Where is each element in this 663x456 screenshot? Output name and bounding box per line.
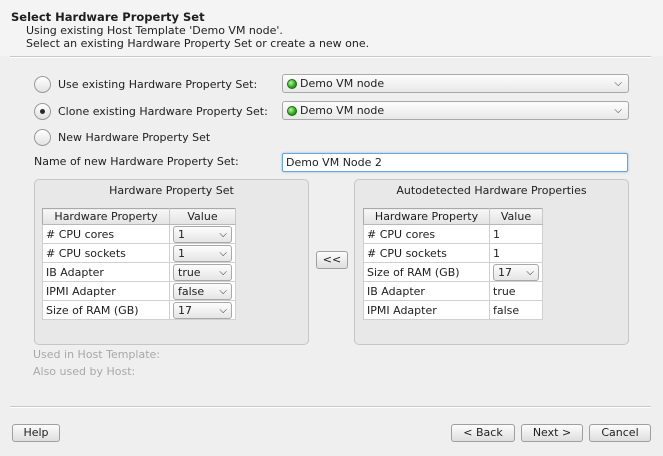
value-combo-text: 1 (178, 246, 185, 260)
back-button[interactable]: < Back (451, 424, 515, 442)
table-row: IB Adapter true ⌵ (42, 262, 236, 282)
use-existing-label: Use existing Hardware Property Set: (58, 77, 258, 91)
property-name: IPMI Adapter (363, 300, 490, 320)
chevron-down-icon: ⌵ (219, 247, 227, 259)
property-name: # CPU sockets (42, 243, 170, 263)
chevron-down-icon: ⌵ (219, 304, 227, 316)
chevron-down-icon: ⌵ (614, 105, 622, 116)
name-field-label: Name of new Hardware Property Set: (34, 155, 239, 168)
value-combo-text: 1 (178, 227, 185, 241)
table-row: IPMI Adapter false ⌵ (42, 281, 236, 301)
table-row: # CPU sockets 1 ⌵ (42, 243, 236, 263)
value-combo[interactable]: 17 ⌵ (493, 263, 539, 281)
chevron-down-icon: ⌵ (526, 266, 534, 278)
clone-existing-combo[interactable]: Demo VM node ⌵ (282, 101, 629, 120)
used-in-host-template-label: Used in Host Template: (33, 348, 160, 361)
table-row: Size of RAM (GB) 17 ⌵ (42, 300, 236, 320)
column-header-property[interactable]: Hardware Property (363, 208, 490, 225)
property-name: IB Adapter (42, 262, 170, 282)
value-combo[interactable]: 1 ⌵ (173, 225, 232, 243)
new-set-option[interactable]: New Hardware Property Set (34, 127, 210, 147)
value-combo[interactable]: true ⌵ (173, 263, 232, 281)
name-input[interactable]: Demo VM Node 2 (282, 153, 628, 172)
use-existing-option[interactable]: Use existing Hardware Property Set: (34, 74, 257, 94)
value-combo-text: 17 (178, 303, 192, 317)
chevron-down-icon: ⌵ (614, 78, 622, 89)
clone-existing-combo-value: Demo VM node (300, 104, 385, 117)
column-header-value[interactable]: Value (489, 208, 543, 225)
clone-existing-option[interactable]: Clone existing Hardware Property Set: (34, 101, 268, 121)
property-name: Size of RAM (GB) (363, 262, 490, 282)
property-value: true (489, 281, 543, 301)
page-subtitle-2: Select an existing Hardware Property Set… (26, 37, 370, 50)
use-existing-combo-value: Demo VM node (300, 77, 385, 90)
copy-properties-button[interactable]: << (316, 251, 348, 269)
property-name: # CPU sockets (363, 243, 490, 263)
group-title: Autodetected Hardware Properties (396, 184, 587, 197)
property-name: IB Adapter (363, 281, 490, 301)
hardware-property-table: Hardware Property Value # CPU cores 1 ⌵ #… (42, 208, 236, 320)
table-row: Size of RAM (GB) 17 ⌵ (363, 262, 543, 282)
property-value: 1 (489, 224, 543, 244)
table-row: IPMI Adapter false (363, 300, 543, 320)
cancel-button[interactable]: Cancel (589, 424, 651, 442)
footer-divider (10, 406, 651, 408)
page-title: Select Hardware Property Set (11, 10, 205, 24)
table-row: # CPU cores 1 ⌵ (42, 224, 236, 244)
table-row: # CPU cores 1 (363, 224, 543, 244)
property-value: 1 (489, 243, 543, 263)
header-divider (10, 56, 651, 58)
new-set-radio[interactable] (34, 128, 51, 146)
also-used-by-host-label: Also used by Host: (33, 365, 136, 378)
property-name: Size of RAM (GB) (42, 300, 170, 320)
value-combo-text: 17 (498, 265, 512, 279)
value-combo[interactable]: 1 ⌵ (173, 244, 232, 262)
wizard-header: Select Hardware Property Set Using exist… (0, 0, 663, 56)
chevron-down-icon: ⌵ (219, 228, 227, 240)
property-name: # CPU cores (42, 224, 170, 244)
use-existing-combo[interactable]: Demo VM node ⌵ (282, 74, 629, 93)
property-value: false (489, 300, 543, 320)
status-led-icon (287, 78, 297, 89)
status-led-icon (287, 105, 297, 116)
chevron-down-icon: ⌵ (219, 266, 227, 278)
use-existing-radio[interactable] (34, 75, 51, 93)
value-combo[interactable]: 17 ⌵ (173, 301, 232, 319)
property-name: # CPU cores (363, 224, 490, 244)
table-row: IB Adapter true (363, 281, 543, 301)
table-row: # CPU sockets 1 (363, 243, 543, 263)
group-title: Hardware Property Set (109, 184, 234, 197)
property-name: IPMI Adapter (42, 281, 170, 301)
next-button[interactable]: Next > (521, 424, 583, 442)
column-header-value[interactable]: Value (169, 208, 236, 225)
value-combo-text: false (178, 284, 205, 298)
clone-existing-radio[interactable] (34, 102, 51, 120)
clone-existing-label: Clone existing Hardware Property Set: (58, 104, 268, 118)
help-button[interactable]: Help (12, 424, 60, 442)
new-set-label: New Hardware Property Set (58, 130, 211, 144)
autodetected-properties-table: Hardware Property Value # CPU cores 1 # … (363, 208, 543, 320)
column-header-property[interactable]: Hardware Property (42, 208, 170, 225)
chevron-down-icon: ⌵ (219, 285, 227, 297)
value-combo[interactable]: false ⌵ (173, 282, 232, 300)
value-combo-text: true (178, 265, 201, 279)
page-subtitle-1: Using existing Host Template 'Demo VM no… (26, 24, 283, 37)
